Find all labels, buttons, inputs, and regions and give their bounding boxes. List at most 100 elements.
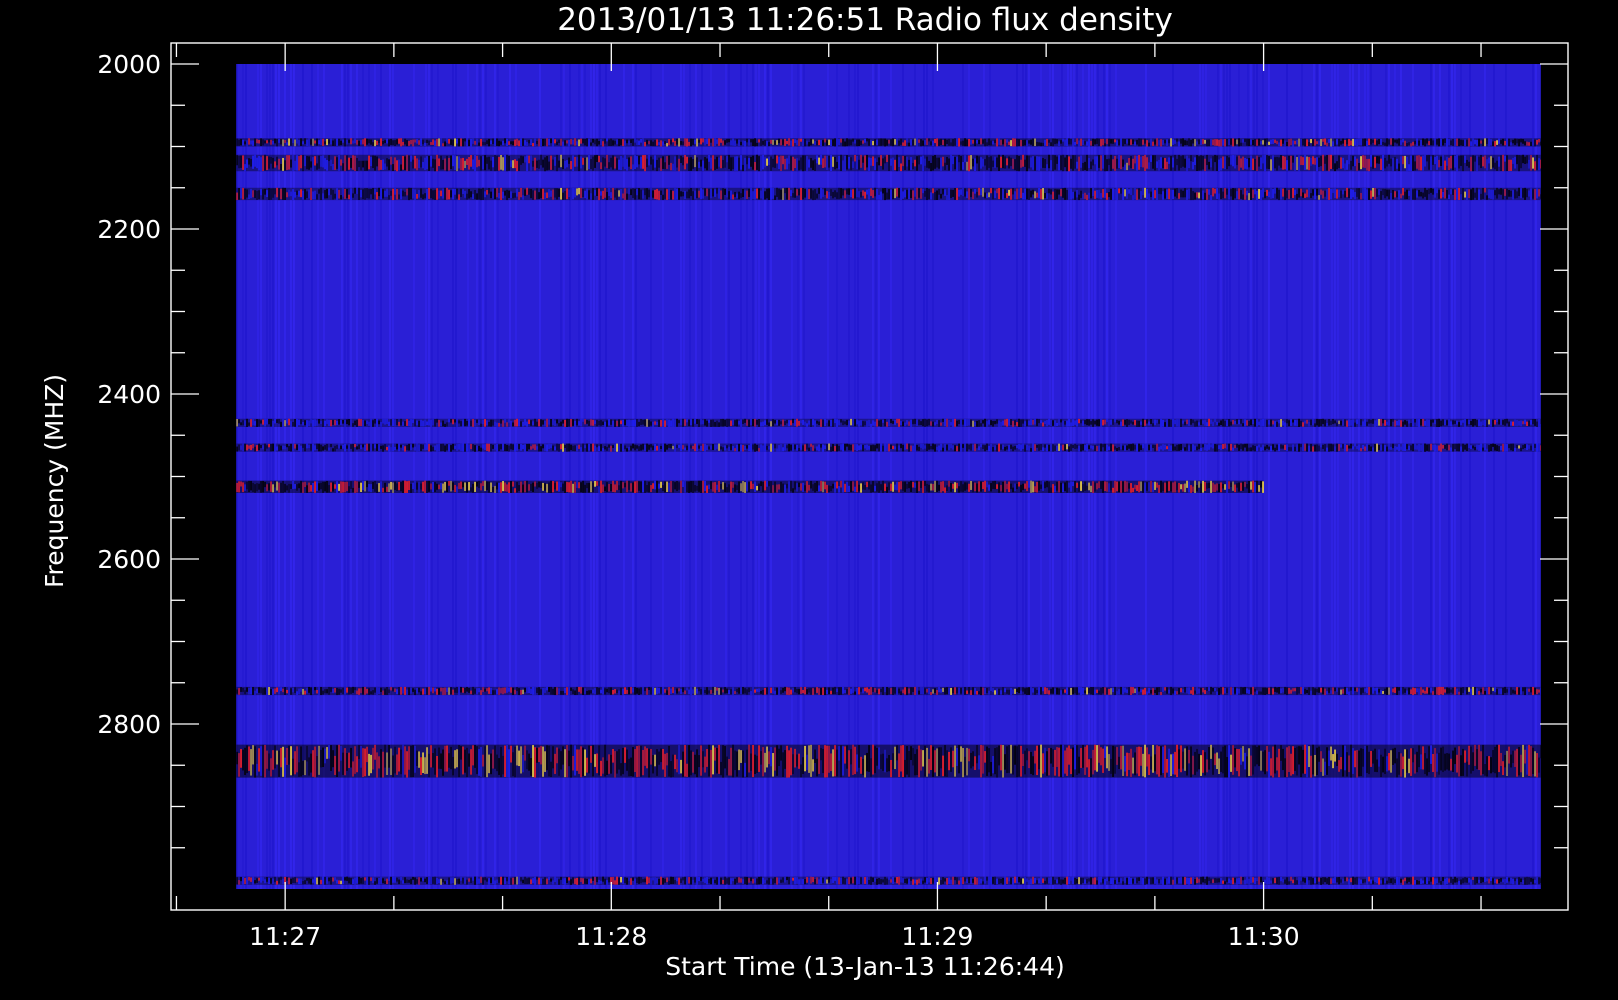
band-pixel <box>930 446 932 450</box>
band-pixel <box>1384 142 1386 146</box>
band-pixel <box>940 193 942 199</box>
band-pixel <box>434 419 436 427</box>
band-pixel <box>396 139 398 145</box>
band-pixel <box>1400 446 1402 450</box>
band-pixel <box>1464 139 1466 146</box>
band-pixel <box>1064 444 1066 452</box>
band-pixel <box>1374 420 1376 427</box>
band-pixel <box>554 139 556 144</box>
band-pixel <box>450 445 452 452</box>
band-pixel <box>586 757 588 773</box>
band-pixel <box>940 689 942 693</box>
band-pixel <box>690 419 692 426</box>
band-pixel <box>1230 155 1232 165</box>
band-pixel <box>766 141 768 147</box>
band-pixel <box>310 485 312 492</box>
band-pixel <box>934 444 936 452</box>
band-pixel <box>1120 421 1122 427</box>
band-pixel <box>550 480 552 493</box>
band-pixel <box>976 745 978 764</box>
band-pixel <box>1182 155 1184 167</box>
band-pixel <box>654 189 656 200</box>
band-pixel <box>250 158 252 167</box>
band-pixel <box>528 155 530 164</box>
band-pixel <box>650 444 652 448</box>
band-pixel <box>1406 421 1408 427</box>
band-pixel <box>358 745 360 759</box>
band-pixel <box>278 444 280 452</box>
band-pixel <box>1214 418 1216 423</box>
band-pixel <box>608 162 610 169</box>
band-pixel <box>664 753 666 777</box>
band-pixel <box>1322 154 1324 171</box>
band-pixel <box>984 751 986 763</box>
band-pixel <box>980 188 982 196</box>
band-pixel <box>1348 691 1350 696</box>
band-pixel <box>280 139 282 145</box>
band-pixel <box>1370 139 1372 145</box>
band-pixel <box>1484 419 1486 427</box>
band-pixel <box>340 445 342 450</box>
band-pixel <box>858 484 860 492</box>
band-pixel <box>726 445 728 449</box>
band-pixel <box>1358 138 1360 146</box>
band-pixel <box>824 155 826 168</box>
band-pixel <box>1162 419 1164 427</box>
band-pixel <box>422 688 424 695</box>
band-pixel <box>1170 419 1172 427</box>
band-pixel <box>466 138 468 147</box>
band-pixel <box>730 747 732 776</box>
band-pixel <box>1110 443 1112 451</box>
band-pixel <box>1504 188 1506 196</box>
band-pixel <box>782 419 784 427</box>
band-pixel <box>274 443 276 452</box>
band-pixel <box>1000 444 1002 450</box>
band-pixel <box>832 749 834 777</box>
band-pixel <box>1006 158 1008 166</box>
band-pixel <box>1124 445 1126 451</box>
band-pixel <box>1074 687 1076 694</box>
band-pixel <box>940 443 942 451</box>
band-pixel <box>956 446 958 452</box>
band-pixel <box>244 188 246 200</box>
band-pixel <box>506 189 508 201</box>
band-pixel <box>508 141 510 145</box>
band-pixel <box>554 446 556 451</box>
band-pixel <box>860 420 862 426</box>
band-pixel <box>1438 138 1440 147</box>
band-pixel <box>1526 444 1528 451</box>
band-pixel <box>820 419 822 427</box>
band-pixel <box>1492 419 1494 427</box>
band-pixel <box>1148 444 1150 451</box>
band-pixel <box>618 485 620 491</box>
band-pixel <box>494 138 496 146</box>
band-pixel <box>584 419 586 425</box>
band-pixel <box>424 480 426 493</box>
band-pixel <box>688 141 690 146</box>
band-pixel <box>1406 444 1408 450</box>
band-pixel <box>1366 158 1368 171</box>
band-pixel <box>726 418 728 427</box>
band-pixel <box>950 142 952 146</box>
band-pixel <box>1162 444 1164 451</box>
band-pixel <box>988 484 990 491</box>
band-pixel <box>432 418 434 426</box>
band-pixel <box>1334 138 1336 147</box>
band-pixel <box>692 159 694 169</box>
band-pixel <box>1174 690 1176 696</box>
band-pixel <box>976 155 978 164</box>
band-pixel <box>1440 156 1442 166</box>
band-pixel <box>772 444 774 452</box>
band-pixel <box>278 750 280 777</box>
band-pixel <box>1112 419 1114 425</box>
band-pixel <box>1340 190 1342 199</box>
band-pixel <box>980 686 982 696</box>
band-pixel <box>456 486 458 493</box>
band-pixel <box>1032 138 1034 147</box>
band-pixel <box>1070 444 1072 451</box>
band-pixel <box>1348 139 1350 146</box>
band-pixel <box>1364 188 1366 200</box>
band-pixel <box>814 448 816 452</box>
band-pixel <box>504 418 506 423</box>
band-pixel <box>692 418 694 427</box>
